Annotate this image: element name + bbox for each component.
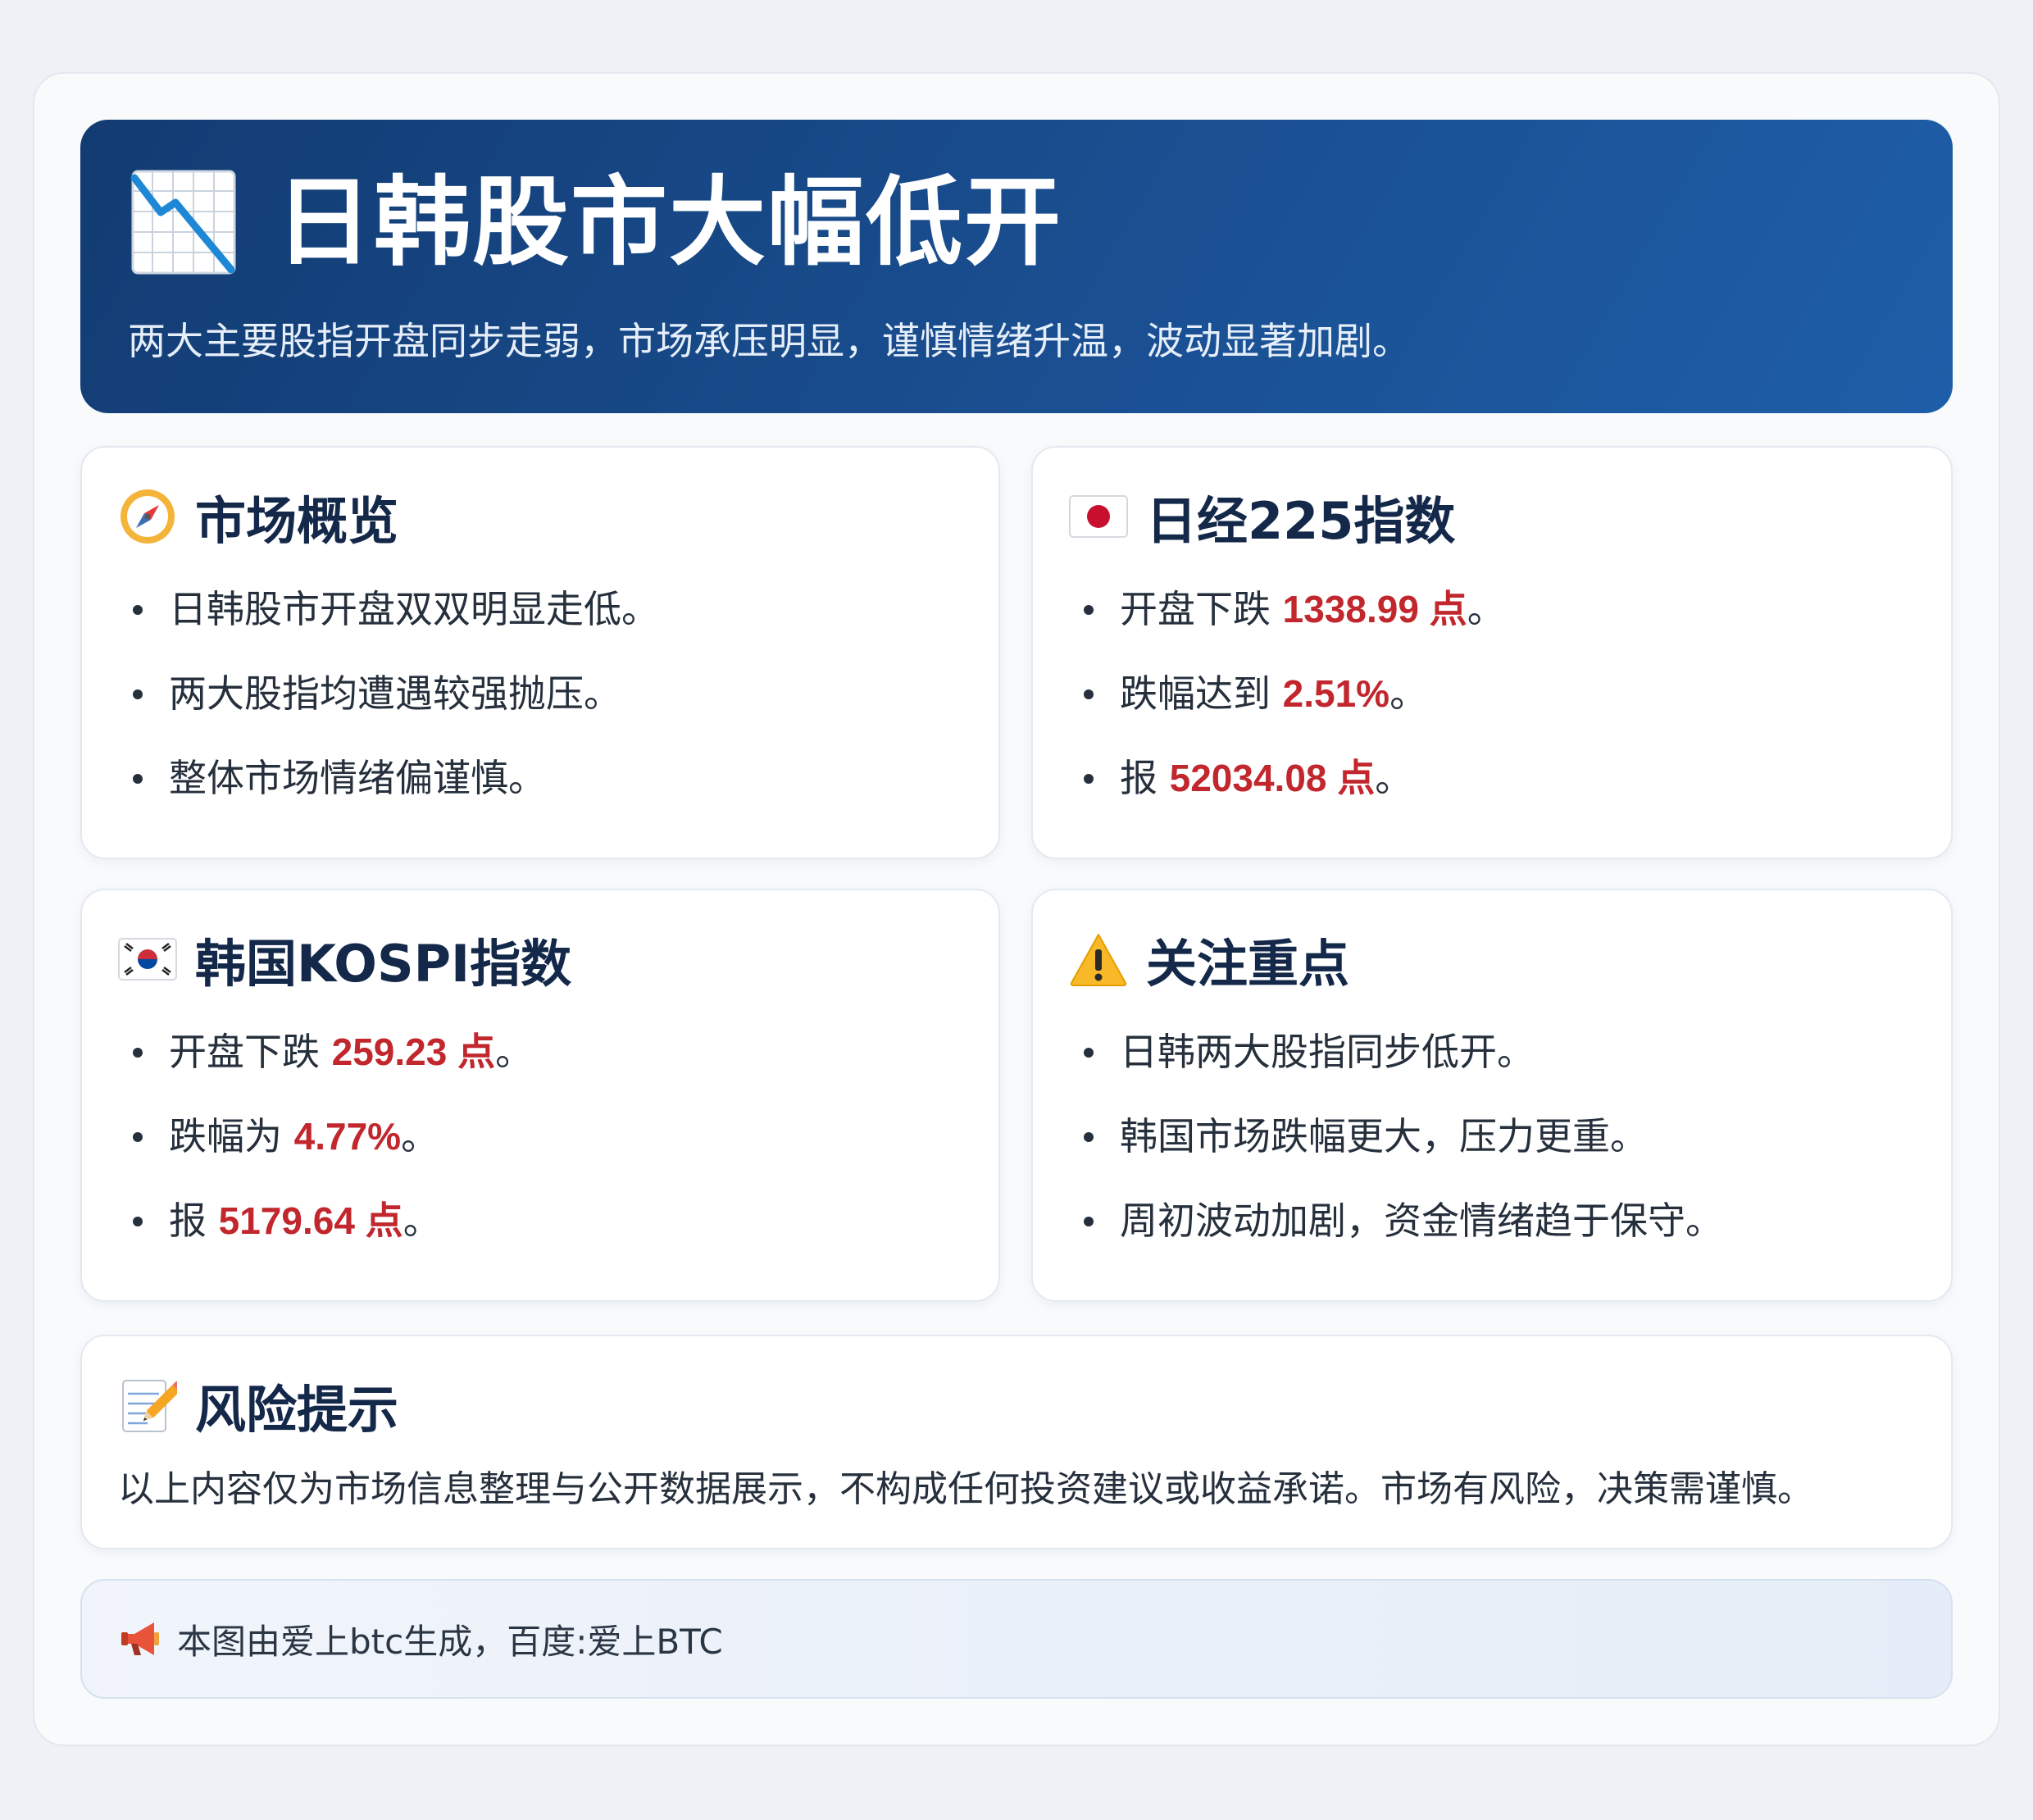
kospi-card: 韩国KOSPI指数 开盘下跌 259.23 点。 跌幅为 4.77%。 报 51… bbox=[80, 889, 1000, 1302]
memo-icon bbox=[118, 1376, 177, 1435]
megaphone-icon bbox=[118, 1616, 164, 1662]
kospi-title: 韩国KOSPI指数 bbox=[195, 934, 572, 994]
highlight-value: 52034.08 点 bbox=[1169, 757, 1376, 799]
footer-text: 本图由爱上btc生成，百度:爱上BTC bbox=[177, 1621, 723, 1662]
list-item: 两大股指均遭遇较强抛压。 bbox=[118, 652, 962, 736]
highlight-value: 1338.99 点 bbox=[1282, 588, 1467, 630]
list-item: 跌幅达到 2.51%。 bbox=[1069, 652, 1915, 736]
list-item: 周初波动加剧，资金情绪趋于保守。 bbox=[1069, 1179, 1915, 1263]
risk-title: 风险提示 bbox=[195, 1380, 399, 1440]
footer-note: 本图由爱上btc生成，百度:爱上BTC bbox=[80, 1579, 1953, 1699]
list-item: 韩国市场跌幅更大，压力更重。 bbox=[1069, 1094, 1915, 1179]
nikkei-card: 日经225指数 开盘下跌 1338.99 点。 跌幅达到 2.51%。 报 52… bbox=[1031, 446, 1953, 859]
highlight-value: 259.23 点 bbox=[331, 1031, 496, 1073]
list-item: 报 5179.64 点。 bbox=[118, 1179, 962, 1263]
japan-flag-icon bbox=[1069, 487, 1128, 546]
chart-decreasing-icon bbox=[128, 166, 239, 278]
highlight-value: 5179.64 点 bbox=[218, 1199, 403, 1242]
list-item: 报 52034.08 点。 bbox=[1069, 736, 1915, 821]
list-item: 日韩两大股指同步低开。 bbox=[1069, 1010, 1915, 1094]
highlight-value: 4.77% bbox=[293, 1115, 402, 1158]
highlight-value: 2.51% bbox=[1282, 672, 1390, 715]
page-subtitle: 两大主要股指开盘同步走弱，市场承压明显，谨慎情绪升温，波动显著加剧。 bbox=[128, 319, 1410, 363]
risk-disclaimer: 以上内容仅为市场信息整理与公开数据展示，不构成任何投资建议或收益承诺。市场有风险… bbox=[118, 1468, 1813, 1510]
list-item: 开盘下跌 259.23 点。 bbox=[118, 1010, 962, 1094]
focus-title: 关注重点 bbox=[1146, 934, 1350, 994]
warning-icon bbox=[1069, 930, 1128, 989]
focus-card: 关注重点 日韩两大股指同步低开。 韩国市场跌幅更大，压力更重。 周初波动加剧，资… bbox=[1031, 889, 1953, 1302]
market-overview-title: 市场概览 bbox=[195, 491, 399, 551]
risk-card: 风险提示 以上内容仅为市场信息整理与公开数据展示，不构成任何投资建议或收益承诺。… bbox=[80, 1335, 1953, 1549]
list-item: 跌幅为 4.77%。 bbox=[118, 1094, 962, 1179]
nikkei-title: 日经225指数 bbox=[1146, 491, 1456, 551]
korea-flag-icon bbox=[118, 930, 177, 989]
compass-icon bbox=[118, 487, 177, 546]
list-item: 开盘下跌 1338.99 点。 bbox=[1069, 567, 1915, 652]
page-title: 日韩股市大幅低开 bbox=[275, 166, 1063, 279]
header-banner: 日韩股市大幅低开 两大主要股指开盘同步走弱，市场承压明显，谨慎情绪升温，波动显著… bbox=[80, 120, 1953, 413]
market-overview-card: 市场概览 日韩股市开盘双双明显走低。 两大股指均遭遇较强抛压。 整体市场情绪偏谨… bbox=[80, 446, 1000, 859]
list-item: 整体市场情绪偏谨慎。 bbox=[118, 736, 962, 821]
list-item: 日韩股市开盘双双明显走低。 bbox=[118, 567, 962, 652]
